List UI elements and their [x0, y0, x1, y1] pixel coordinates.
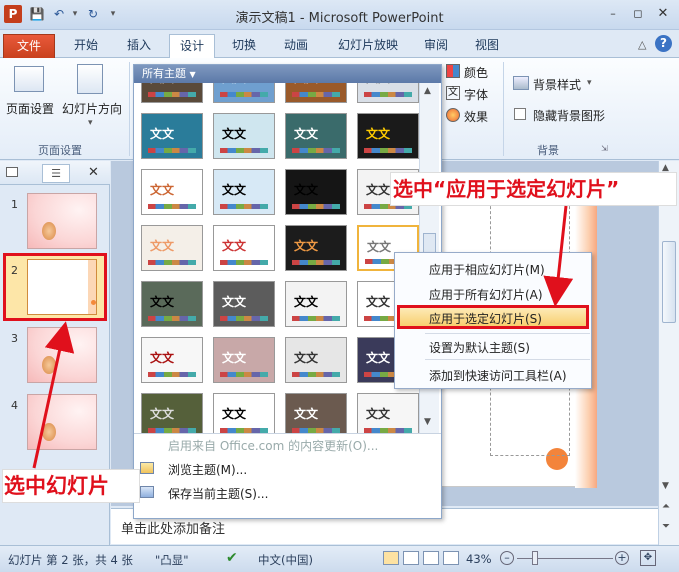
theme-name[interactable]: "凸显" [155, 552, 189, 568]
zoom-slider-thumb[interactable] [532, 551, 538, 565]
slideshow-icon[interactable] [443, 551, 459, 565]
arrow-to-menu-item [543, 205, 574, 307]
fit-to-window-icon[interactable]: ✥ [640, 550, 656, 566]
slide-info: 幻灯片 第 2 张，共 4 张 [8, 553, 133, 567]
zoom-level[interactable]: 43% [466, 552, 492, 566]
arrow-to-slide-2 [32, 321, 75, 469]
status-bar: 幻灯片 第 2 张，共 4 张 "凸显" ✔ 中文(中国) 43% – + ✥ [0, 545, 679, 572]
zoom-out-icon[interactable]: – [500, 551, 514, 565]
zoom-in-icon[interactable]: + [615, 551, 629, 565]
slide-sorter-icon[interactable] [403, 551, 419, 565]
reading-view-icon[interactable] [423, 551, 439, 565]
annotation-arrows [32, 205, 574, 469]
spellcheck-icon[interactable]: ✔ [226, 550, 238, 566]
normal-view-icon[interactable] [383, 551, 399, 565]
language[interactable]: 中文(中国) [258, 552, 313, 568]
